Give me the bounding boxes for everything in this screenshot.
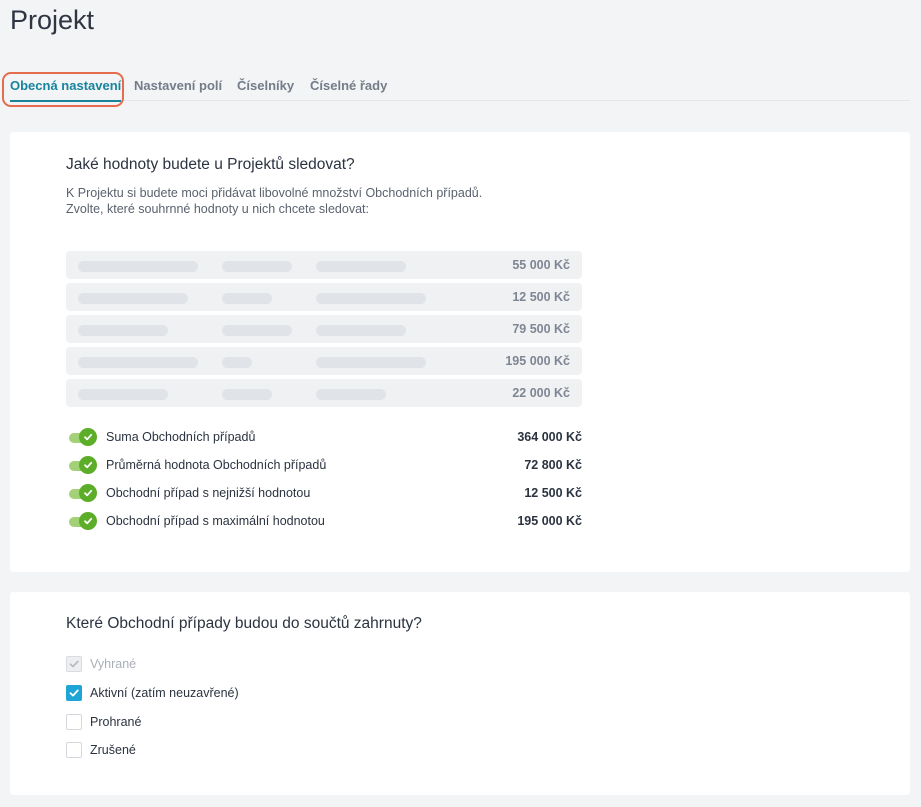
metric-average: Průměrná hodnota Obchodních případů 72 8…: [66, 456, 582, 476]
check-icon: [69, 660, 79, 668]
placeholder-bar: [316, 293, 426, 304]
check-icon: [79, 428, 97, 446]
page-title: Projekt: [10, 5, 95, 35]
tab-label: Obecná nastavení: [10, 78, 122, 93]
metric-value: 364 000 Kč: [517, 430, 582, 444]
placeholder-bar: [78, 357, 198, 368]
preview-value: 195 000 Kč: [505, 354, 570, 368]
preview-value: 12 500 Kč: [512, 290, 570, 304]
won-checkbox: [66, 656, 82, 672]
tab-field-settings[interactable]: Nastavení polí: [134, 78, 222, 93]
description-line: Zvolte, které souhrnné hodnoty u nich ch…: [66, 202, 369, 216]
metric-label: Obchodní případ s maximální hodnotou: [106, 514, 325, 528]
preview-value: 79 500 Kč: [512, 322, 570, 336]
preview-value: 55 000 Kč: [512, 258, 570, 272]
metric-label: Obchodní případ s nejnižší hodnotou: [106, 486, 311, 500]
metric-label: Průměrná hodnota Obchodních případů: [106, 458, 327, 472]
placeholder-bar: [316, 325, 406, 336]
check-icon: [79, 456, 97, 474]
metric-value: 195 000 Kč: [517, 514, 582, 528]
tab-label: Nastavení polí: [134, 78, 223, 93]
option-label: Vyhrané: [90, 657, 137, 671]
cancelled-checkbox[interactable]: [66, 742, 82, 758]
tracked-values-card: Jaké hodnoty budete u Projektů sledovat?…: [10, 132, 910, 572]
placeholder-bar: [78, 261, 198, 272]
placeholder-bar: [78, 293, 188, 304]
option-label: Prohrané: [90, 715, 142, 729]
metric-maximum: Obchodní případ s maximální hodnotou 195…: [66, 512, 582, 532]
tracked-values-heading: Jaké hodnoty budete u Projektů sledovat?: [66, 156, 355, 173]
placeholder-bar: [316, 357, 426, 368]
tab-label: Číselníky: [237, 78, 295, 93]
included-deals-heading: Které Obchodní případy budou do součtů z…: [66, 615, 422, 632]
option-active: Aktivní (zatím neuzavřené): [66, 684, 239, 702]
preview-row: 22 000 Kč: [66, 379, 582, 407]
tab-codelists[interactable]: Číselníky: [237, 78, 294, 93]
tab-bar: Obecná nastavení Nastavení polí Číselník…: [10, 71, 910, 102]
check-icon: [69, 689, 79, 697]
placeholder-bar: [222, 389, 272, 400]
check-icon: [79, 484, 97, 502]
placeholder-bar: [222, 357, 252, 368]
lost-checkbox[interactable]: [66, 714, 82, 730]
option-won: Vyhrané: [66, 655, 136, 673]
metric-toggle[interactable]: [69, 484, 97, 502]
preview-row: 55 000 Kč: [66, 251, 582, 279]
preview-value: 22 000 Kč: [512, 386, 570, 400]
description-line: K Projektu si budete moci přidávat libov…: [66, 186, 483, 200]
preview-row: 79 500 Kč: [66, 315, 582, 343]
metric-toggle[interactable]: [69, 512, 97, 530]
preview-row: 12 500 Kč: [66, 283, 582, 311]
option-cancelled: Zrušené: [66, 741, 136, 759]
placeholder-bar: [222, 261, 292, 272]
metric-minimum: Obchodní případ s nejnižší hodnotou 12 5…: [66, 484, 582, 504]
placeholder-bar: [316, 389, 386, 400]
placeholder-bar: [78, 325, 168, 336]
check-icon: [79, 512, 97, 530]
active-tab-indicator: [10, 100, 122, 102]
metric-value: 12 500 Kč: [524, 486, 582, 500]
tracked-values-description: K Projektu si budete moci přidávat libov…: [66, 185, 482, 217]
active-checkbox[interactable]: [66, 685, 82, 701]
metric-toggle[interactable]: [69, 456, 97, 474]
tab-label: Číselné řady: [310, 78, 388, 93]
metric-toggle[interactable]: [69, 428, 97, 446]
placeholder-bar: [78, 389, 168, 400]
placeholder-bar: [316, 261, 406, 272]
tab-general-settings[interactable]: Obecná nastavení: [10, 78, 122, 102]
option-label: Zrušené: [90, 743, 136, 757]
metric-value: 72 800 Kč: [524, 458, 582, 472]
tab-number-series[interactable]: Číselné řady: [310, 78, 387, 93]
option-lost: Prohrané: [66, 713, 141, 731]
included-deals-card: Které Obchodní případy budou do součtů z…: [10, 592, 910, 795]
metric-sum: Suma Obchodních případů 364 000 Kč: [66, 428, 582, 448]
option-label: Aktivní (zatím neuzavřené): [90, 686, 239, 700]
placeholder-bar: [222, 325, 292, 336]
placeholder-bar: [222, 293, 272, 304]
preview-row: 195 000 Kč: [66, 347, 582, 375]
metric-label: Suma Obchodních případů: [106, 430, 256, 444]
